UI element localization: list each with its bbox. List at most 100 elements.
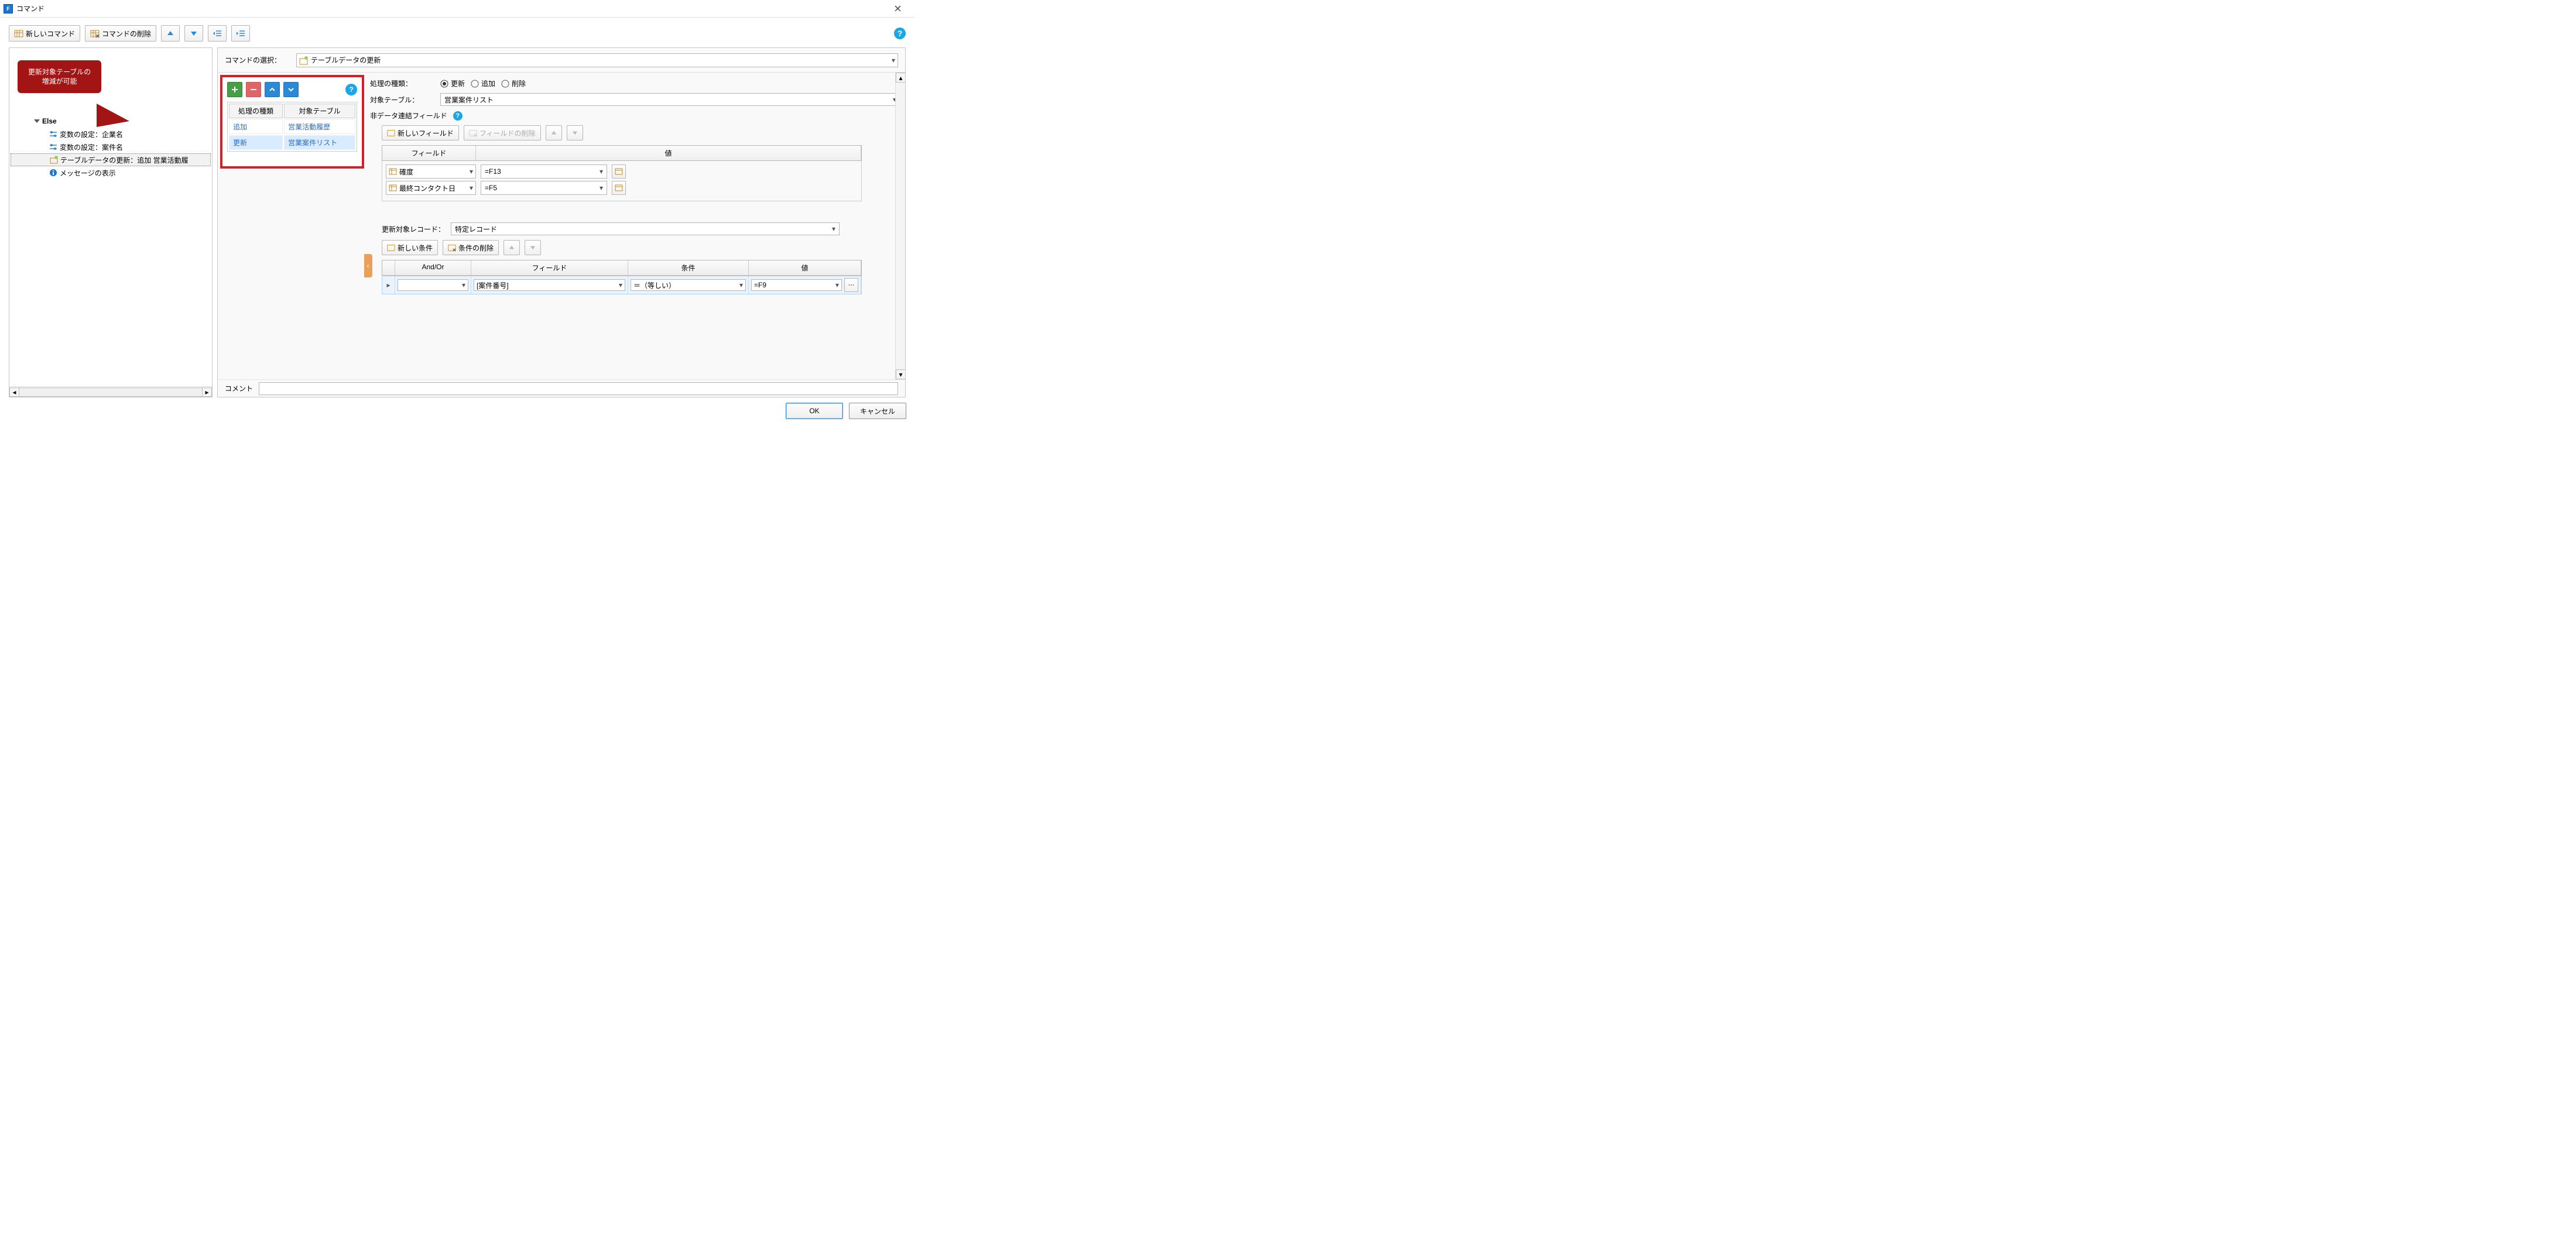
target-row-selected[interactable]: 更新営業案件リスト xyxy=(229,135,355,150)
tree-item[interactable]: 変数の設定：企業名 xyxy=(11,128,211,140)
mini-header-type: 処理の種類 xyxy=(229,104,283,118)
field-header-value: 値 xyxy=(476,146,861,160)
scroll-right-button[interactable]: ▸ xyxy=(202,387,212,397)
update-records-label: 更新対象レコード： xyxy=(382,224,445,234)
target-up-button[interactable] xyxy=(265,82,280,97)
tree-item[interactable]: メッセージの表示 xyxy=(11,166,211,179)
condition-row[interactable]: ▸ ▾ [案件番号]▾ ＝（等しい）▾ =F9▾ xyxy=(382,276,862,294)
grid-x-icon xyxy=(90,29,100,38)
triangle-down-icon xyxy=(190,30,197,37)
field-up-button[interactable] xyxy=(546,125,562,140)
collapse-handle[interactable]: ‹ xyxy=(364,254,372,277)
update-records-value: 特定レコード xyxy=(455,224,497,234)
radio-checked-icon xyxy=(440,80,448,88)
cond-value-input[interactable]: =F9▾ xyxy=(751,279,842,291)
new-condition-label: 新しい条件 xyxy=(398,243,433,253)
field-fx-button[interactable] xyxy=(612,181,626,195)
scroll-up-button[interactable]: ▴ xyxy=(896,73,905,83)
outdent-button[interactable] xyxy=(208,25,227,42)
dots-icon xyxy=(848,282,855,289)
condition-up-button[interactable] xyxy=(503,240,520,255)
tree-item[interactable]: 変数の設定：案件名 xyxy=(11,140,211,153)
cond-field-select[interactable]: [案件番号]▾ xyxy=(474,279,625,291)
cond-header-value: 値 xyxy=(749,260,861,275)
radio-delete[interactable]: 削除 xyxy=(501,78,526,88)
dialog-footer: OK キャンセル xyxy=(0,397,914,424)
cond-op-select[interactable]: ＝（等しい）▾ xyxy=(631,279,746,291)
move-up-button[interactable] xyxy=(161,25,180,42)
field-value-text: =F5 xyxy=(485,184,497,192)
command-tree[interactable]: Else 変数の設定：企業名 変数の設定：案件名 テーブルデータの更新：追加 営… xyxy=(9,48,212,386)
triangle-down-icon xyxy=(572,130,578,136)
new-condition-button[interactable]: 新しい条件 xyxy=(382,240,438,255)
grid-star-icon xyxy=(14,29,23,38)
cond-andor-select[interactable]: ▾ xyxy=(398,279,468,291)
field-name-select[interactable]: 最終コンタクト日▾ xyxy=(386,181,476,195)
target-row-table: 営業案件リスト xyxy=(284,135,355,150)
chevron-down-icon: ▾ xyxy=(470,184,473,192)
nondata-help-icon[interactable]: ? xyxy=(453,111,463,121)
delete-field-button[interactable]: フィールドの削除 xyxy=(464,125,541,140)
scroll-left-button[interactable]: ◂ xyxy=(9,387,19,397)
field-value-text: =F13 xyxy=(485,167,501,176)
scroll-track[interactable] xyxy=(19,387,202,397)
delete-condition-button[interactable]: 条件の削除 xyxy=(443,240,499,255)
tree-hscrollbar[interactable]: ◂ ▸ xyxy=(9,386,212,397)
table-icon xyxy=(389,184,397,192)
cond-header-andor: And/Or xyxy=(395,260,471,275)
delete-field-label: フィールドの削除 xyxy=(479,128,536,138)
tree-item-selected[interactable]: テーブルデータの更新：追加 営業活動履 xyxy=(11,153,211,166)
radio-update[interactable]: 更新 xyxy=(440,78,465,88)
target-table-list[interactable]: 処理の種類対象テーブル 追加営業活動履歴 更新営業案件リスト xyxy=(227,102,357,152)
condition-grid-header: And/Or フィールド 条件 値 xyxy=(382,260,862,276)
triangle-down-icon xyxy=(530,245,536,251)
new-command-label: 新しいコマンド xyxy=(26,29,75,39)
command-select-dropdown[interactable]: テーブルデータの更新 ▾ xyxy=(296,53,898,67)
remove-target-button[interactable] xyxy=(246,82,261,97)
config-vscrollbar[interactable]: ▴ ▾ xyxy=(895,73,905,379)
radio-add[interactable]: 追加 xyxy=(471,78,495,88)
new-field-button[interactable]: 新しいフィールド xyxy=(382,125,459,140)
field-name-select[interactable]: 確度▾ xyxy=(386,164,476,179)
nondata-fields-label: 非データ連結フィールド xyxy=(370,111,447,121)
field-fx-button[interactable] xyxy=(612,164,626,179)
chevron-down-icon: ▾ xyxy=(462,281,465,289)
field-value-input[interactable]: =F5▾ xyxy=(481,181,607,195)
target-down-button[interactable] xyxy=(283,82,299,97)
comment-input[interactable] xyxy=(259,382,898,395)
window-close-button[interactable] xyxy=(884,0,911,18)
delete-command-button[interactable]: コマンドの削除 xyxy=(85,25,156,42)
update-records-select[interactable]: 特定レコード▾ xyxy=(451,222,840,235)
cond-header-field: フィールド xyxy=(471,260,628,275)
toolbar-help-button[interactable]: ? xyxy=(894,28,906,39)
target-table-select[interactable]: 営業案件リスト▾ xyxy=(440,93,900,106)
proc-type-label: 処理の種類： xyxy=(370,78,434,88)
tree-item-label: 変数の設定：企業名 xyxy=(60,129,123,139)
command-select-value: テーブルデータの更新 xyxy=(311,55,381,65)
cond-fx-button[interactable] xyxy=(844,278,858,292)
cancel-button[interactable]: キャンセル xyxy=(849,403,906,419)
command-tree-pane: Else 変数の設定：企業名 変数の設定：案件名 テーブルデータの更新：追加 営… xyxy=(9,47,213,397)
condition-down-button[interactable] xyxy=(525,240,541,255)
scroll-track[interactable] xyxy=(896,83,905,369)
ok-button[interactable]: OK xyxy=(786,403,843,419)
expand-icon xyxy=(34,119,40,123)
scroll-down-button[interactable]: ▾ xyxy=(896,369,905,379)
new-command-button[interactable]: 新しいコマンド xyxy=(9,25,80,42)
target-help-button[interactable]: ? xyxy=(345,84,357,95)
field-down-button[interactable] xyxy=(567,125,583,140)
table-update-icon xyxy=(50,156,58,164)
chevron-down-icon: ▾ xyxy=(600,167,603,176)
grid-x-icon xyxy=(448,243,456,252)
move-down-button[interactable] xyxy=(184,25,203,42)
chevron-up-icon xyxy=(269,87,275,92)
comment-label: コメント xyxy=(225,383,253,393)
annotation-callout: 更新対象テーブルの 増減が可能 xyxy=(18,60,101,93)
indent-button[interactable] xyxy=(231,25,250,42)
comment-row: コメント xyxy=(218,379,905,397)
target-table-value: 営業案件リスト xyxy=(444,95,494,105)
add-target-button[interactable] xyxy=(227,82,242,97)
target-row[interactable]: 追加営業活動履歴 xyxy=(229,119,355,134)
new-field-label: 新しいフィールド xyxy=(398,128,454,138)
field-value-input[interactable]: =F13 ▾ xyxy=(481,164,607,179)
